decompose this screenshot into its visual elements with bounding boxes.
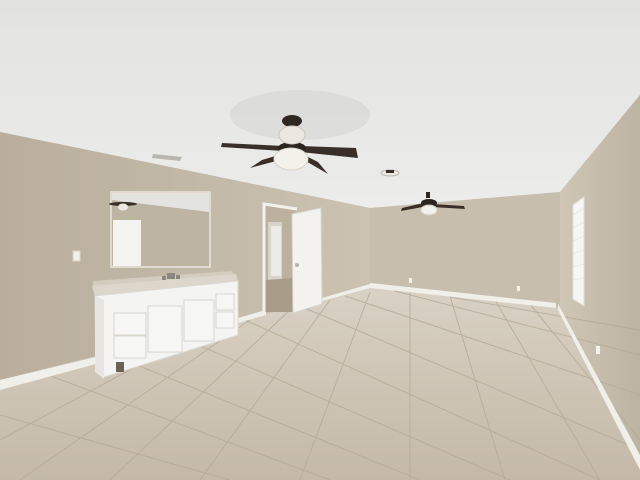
door-knob — [295, 263, 299, 267]
doorway-inner-door — [271, 226, 281, 276]
outlet-back-1 — [409, 278, 412, 283]
vanity-door-left — [147, 305, 183, 353]
light-switch — [72, 250, 81, 262]
mirror-reflection-window — [113, 220, 141, 266]
room-illustration — [0, 0, 640, 480]
vanity-toe-kick — [116, 362, 124, 372]
vanity-drawer-2 — [113, 335, 147, 359]
interior-door — [291, 207, 323, 314]
vanity-side — [95, 296, 104, 379]
outlet-back-2 — [517, 286, 520, 291]
ceiling-light — [380, 169, 400, 177]
vanity-drawer-4 — [215, 311, 235, 329]
doorway-floor — [265, 278, 293, 312]
vanity-door-right — [183, 299, 215, 342]
vanity-drawer-1 — [113, 312, 147, 336]
window-blinds — [572, 196, 585, 307]
outlet-right — [596, 346, 600, 354]
empty-room-scene — [0, 0, 640, 480]
vanity-drawer-3 — [215, 293, 235, 311]
rear-fan-light — [420, 204, 438, 216]
fan-light-globe — [273, 147, 309, 171]
